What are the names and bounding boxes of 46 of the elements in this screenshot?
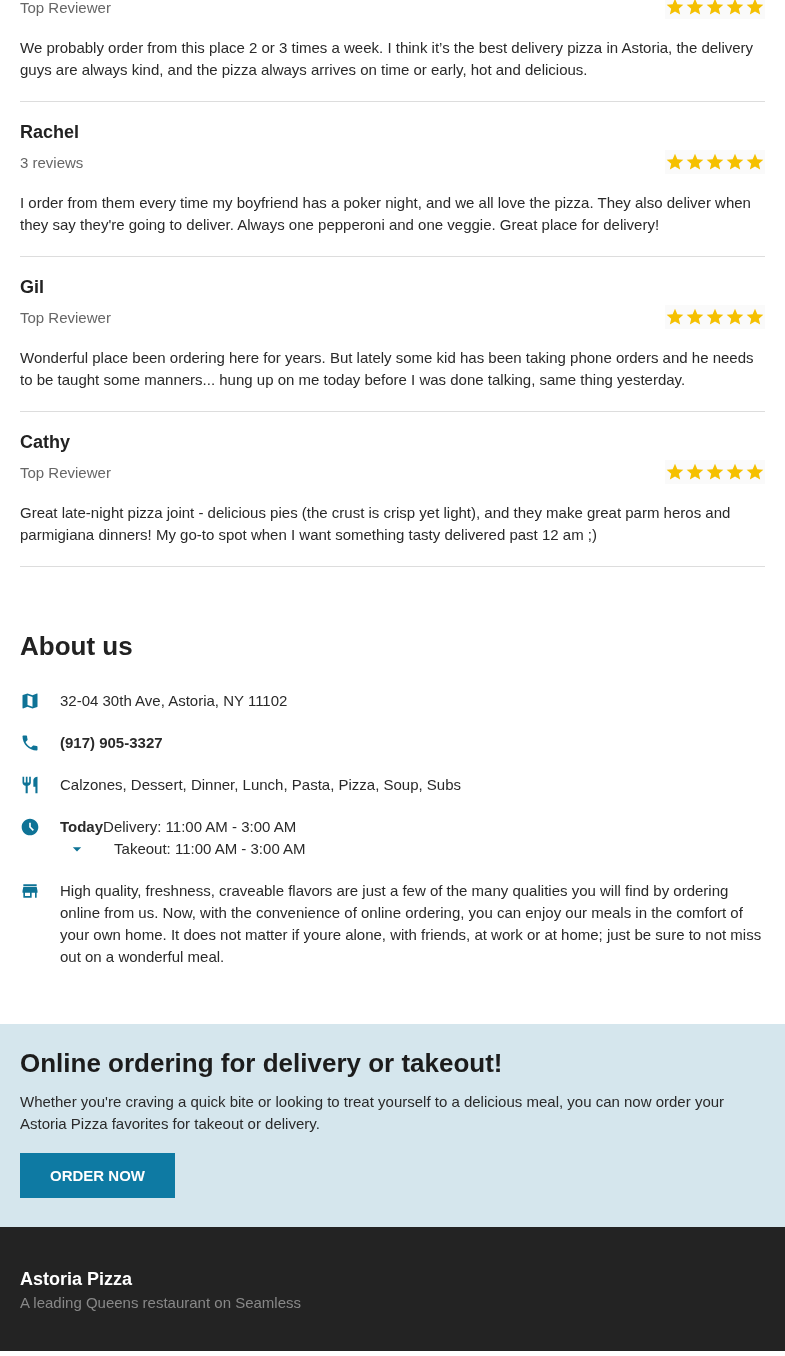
star-icon [665,307,685,327]
day-label: Today [60,817,104,837]
star-icon [685,0,705,17]
promo-heading: Online ordering for delivery or takeout! [20,1048,504,1079]
review-text: I order from them every time my boyfriend has a poker night, and we all love the pizza. They also deliver when they say they're going to deliver. Always one pepperoni and one veggie. Great place for delivery! [20,193,752,235]
reviewer-status: Top Reviewer [20,0,111,16]
star-icon [725,462,745,482]
star-icon [725,0,745,17]
reviewer-name: Cathy [20,431,71,454]
star-icon [705,0,725,17]
reviewer-status: 3 reviews [20,153,84,171]
review-text: Great late-night pizza joint - delicious pies (the crust is crisp yet light), and they make great parm heros and parmigiana dinners! My go-to spot when I want something tasty delivered past 12 am ;) [20,503,732,545]
star-icon [685,307,705,327]
star-icon [705,152,725,172]
star-icon [745,0,765,17]
phone-number: (917) 905-3327 [60,733,163,753]
footer-tagline: A leading Queens restaurant on Seamless [20,1294,302,1311]
description-text: High quality, freshness, craveable flavors are just a few of the many qualities you will find by ordering online from us. Now, with the convenience of online ordering, you can enjoy our meals in the comfort of your own home. It does not matter if youre alone, with friends, at work or at home; just be sure to not miss out on a wonderful meal. [60,881,763,967]
hours-text: Takeout: 11:00 AM - 3:00 AM [114,839,306,859]
star-icon [725,307,745,327]
order-now-button[interactable]: ORDER NOW [20,1153,175,1198]
star-icon [745,462,765,482]
review-text: Wonderful place been ordering here for years. But lately some kid has been taking phone orders and he needs to be taught some manners... hung up on me today before I was done talking, same thing yesterday. [20,348,755,390]
star-icon [705,462,725,482]
star-icon [665,462,685,482]
promo-text: Whether you're craving a quick bite or looking to treat yourself to a delicious meal, you can now order your Astoria Pizza favorites for takeout or delivery. [20,1092,726,1134]
cuisine-text: Calzones, Dessert, Dinner, Lunch, Pasta, Pizza, Soup, Subs [60,775,462,795]
star-icon [745,307,765,327]
reviewer-status: Top Reviewer [20,308,111,326]
star-icon [705,307,725,327]
reviewer-name: Rachel [20,121,81,144]
reviewer-name: Gil [20,276,45,299]
section-heading: About us [20,631,134,662]
star-icon [745,152,765,172]
clock-icon [20,816,40,838]
star-icon [665,0,685,17]
star-icon [725,152,745,172]
star-icon [665,152,685,172]
address-text: 32-04 30th Ave, Astoria, NY 11102 [60,691,288,711]
hours-text: Delivery: 11:00 AM - 3:00 AM [103,817,298,837]
star-icon [685,152,705,172]
reviewer-status: Top Reviewer [20,463,111,481]
star-icon [685,462,705,482]
fork-knife-icon [20,774,40,796]
review-text: We probably order from this place 2 or 3 times a week. I think it’s the best delivery pizza in Astoria, the delivery guys are always kind, and the pizza always arrives on time or early, hot and delicious. [20,38,755,80]
restaurant-name: Astoria Pizza [20,1269,134,1290]
